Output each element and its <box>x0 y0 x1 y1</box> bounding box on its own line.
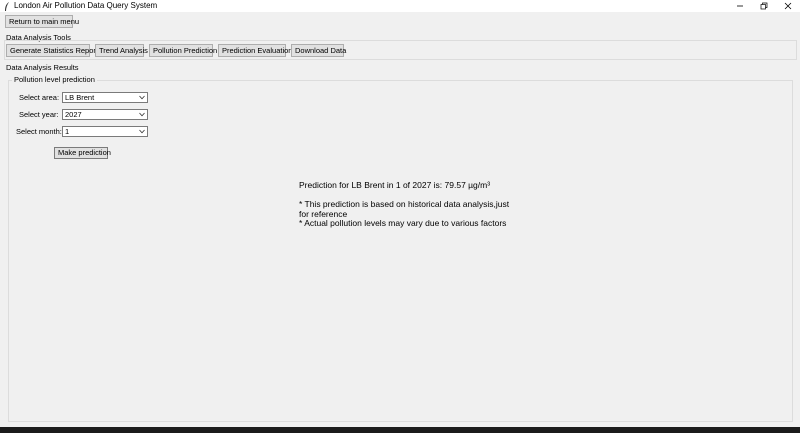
area-select[interactable]: LB Brent <box>62 92 148 103</box>
prediction-output: Prediction for LB Brent in 1 of 2027 is:… <box>299 180 529 229</box>
prediction-evaluation-button[interactable]: Prediction Evaluation <box>218 44 292 57</box>
prediction-result-text: Prediction for LB Brent in 1 of 2027 is:… <box>299 180 491 190</box>
make-prediction-button[interactable]: Make prediction <box>54 147 111 159</box>
feather-icon <box>2 1 12 11</box>
results-section-label: Data Analysis Results <box>6 63 79 72</box>
download-data-button[interactable]: Download Data <box>291 44 346 57</box>
prediction-note-2: * Actual pollution levels may vary due t… <box>299 218 507 228</box>
month-select[interactable]: 1 <box>62 126 148 137</box>
title-bar: London Air Pollution Data Query System <box>0 0 800 12</box>
app-window: London Air Pollution Data Query System R… <box>0 0 800 433</box>
area-select-value: LB Brent <box>65 93 95 102</box>
month-label: Select month: <box>16 127 62 136</box>
pollution-prediction-button[interactable]: Pollution Prediction <box>149 44 217 57</box>
taskbar <box>0 427 800 433</box>
chevron-down-icon <box>139 129 145 134</box>
year-select-value: 2027 <box>65 110 82 119</box>
close-icon[interactable] <box>776 0 800 12</box>
year-label: Select year: <box>19 110 59 119</box>
prediction-group-title: Pollution level prediction <box>12 75 97 85</box>
window-controls <box>728 0 800 12</box>
chevron-down-icon <box>139 112 145 117</box>
return-main-menu-button[interactable]: Return to main menu <box>5 15 79 28</box>
month-select-value: 1 <box>65 127 70 136</box>
area-label: Select area: <box>19 93 60 102</box>
generate-statistics-report-button[interactable]: Generate Statistics Report <box>6 44 98 57</box>
minimize-icon[interactable] <box>728 0 752 12</box>
chevron-down-icon <box>139 95 145 100</box>
window-title: London Air Pollution Data Query System <box>14 1 158 10</box>
restore-icon[interactable] <box>752 0 776 12</box>
year-select[interactable]: 2027 <box>62 109 148 120</box>
trend-analysis-button[interactable]: Trend Analysis <box>95 44 148 57</box>
